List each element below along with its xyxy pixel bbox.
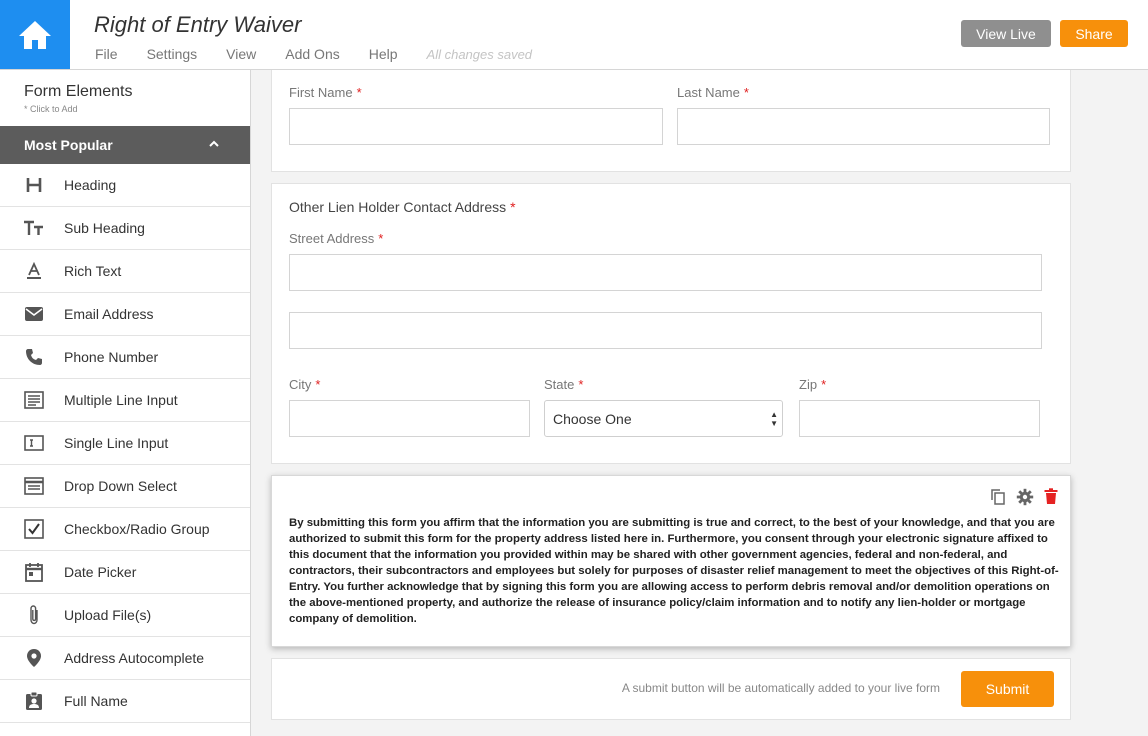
sidebar-hint: * Click to Add (24, 104, 78, 114)
sidebar-item-upload-files[interactable]: Upload File(s) (0, 594, 250, 637)
menu-file[interactable]: File (95, 46, 118, 62)
share-button[interactable]: Share (1060, 20, 1128, 47)
single-line-icon (23, 432, 45, 454)
phone-icon (23, 346, 45, 368)
document-title[interactable]: Right of Entry Waiver (94, 12, 301, 38)
home-button[interactable] (0, 0, 70, 69)
sidebar-item-label: Drop Down Select (64, 478, 177, 494)
first-name-label: First Name * (289, 85, 362, 100)
submit-note: A submit button will be automatically ad… (621, 681, 940, 695)
street-address-line2-input[interactable] (289, 312, 1042, 349)
checkbox-icon (23, 518, 45, 540)
dropdown-icon (23, 475, 45, 497)
subheading-icon (23, 217, 45, 239)
section-label: Most Popular (24, 137, 113, 153)
zip-label: Zip * (799, 377, 827, 392)
home-icon (19, 20, 51, 49)
sidebar-item-label: Full Name (64, 693, 128, 709)
last-name-input[interactable] (677, 108, 1050, 145)
sidebar-item-date-picker[interactable]: Date Picker (0, 551, 250, 594)
element-toolbar (990, 488, 1058, 511)
location-pin-icon (23, 647, 45, 669)
state-select[interactable]: Choose One ▲ ▼ (544, 400, 783, 437)
menu-bar: File Settings View Add Ons Help All chan… (95, 46, 561, 62)
address-title: Other Lien Holder Contact Address * (289, 199, 516, 215)
sidebar-item-phone[interactable]: Phone Number (0, 336, 250, 379)
sidebar-item-checkbox-radio-group[interactable]: Checkbox/Radio Group (0, 508, 250, 551)
sidebar-item-label: Multiple Line Input (64, 392, 178, 408)
menu-view[interactable]: View (226, 46, 256, 62)
zip-input[interactable] (799, 400, 1040, 437)
top-bar: Right of Entry Waiver File Settings View… (0, 0, 1148, 70)
street-address-input[interactable] (289, 254, 1042, 291)
menu-help[interactable]: Help (369, 46, 398, 62)
calendar-icon (23, 561, 45, 583)
section-most-popular[interactable]: Most Popular (0, 126, 250, 164)
paperclip-icon (23, 604, 45, 626)
city-label: City * (289, 377, 321, 392)
state-select-value: Choose One (553, 410, 632, 427)
rich-text-card[interactable]: By submitting this form you affirm that … (271, 475, 1071, 647)
form-canvas: First Name * Last Name * Other Lien Holder… (251, 70, 1148, 736)
heading-icon (23, 174, 45, 196)
sidebar-item-drop-down-select[interactable]: Drop Down Select (0, 465, 250, 508)
copy-icon[interactable] (990, 488, 1006, 511)
sidebar-item-rich-text[interactable]: Rich Text (0, 250, 250, 293)
sidebar-item-email[interactable]: Email Address (0, 293, 250, 336)
save-status: All changes saved (426, 46, 533, 62)
sidebar-item-label: Heading (64, 177, 117, 193)
sidebar-item-multiple-line-input[interactable]: Multiple Line Input (0, 379, 250, 422)
rich-text-content[interactable]: By submitting this form you affirm that … (289, 515, 1059, 627)
sidebar-item-label: Sub Heading (64, 220, 145, 236)
first-name-input[interactable] (289, 108, 663, 145)
element-list: Heading Sub Heading Rich Text Email Addr… (0, 164, 250, 723)
sidebar-item-label: Date Picker (64, 564, 137, 580)
sidebar-item-sub-heading[interactable]: Sub Heading (0, 207, 250, 250)
menu-add-ons[interactable]: Add Ons (285, 46, 339, 62)
submit-button[interactable]: Submit (961, 671, 1054, 707)
city-input[interactable] (289, 400, 530, 437)
gear-icon[interactable] (1016, 488, 1034, 511)
rich-text-icon (23, 260, 45, 282)
form-elements-sidebar: Form Elements * Click to Add Most Popula… (0, 70, 251, 736)
menu-settings[interactable]: Settings (147, 46, 198, 62)
trash-icon[interactable] (1044, 488, 1058, 511)
view-live-button[interactable]: View Live (961, 20, 1051, 47)
submit-card: A submit button will be automatically ad… (271, 658, 1071, 720)
street-address-label: Street Address * (289, 231, 384, 246)
address-field-card[interactable]: Other Lien Holder Contact Address * Stree… (271, 183, 1071, 464)
name-field-card[interactable]: First Name * Last Name * (271, 70, 1071, 172)
state-label: State * (544, 377, 584, 392)
contact-badge-icon (23, 690, 45, 712)
select-arrows-icon: ▲ ▼ (770, 410, 778, 428)
multiline-icon (23, 389, 45, 411)
email-icon (23, 303, 45, 325)
sidebar-item-heading[interactable]: Heading (0, 164, 250, 207)
sidebar-item-label: Single Line Input (64, 435, 169, 451)
chevron-up-icon (209, 140, 219, 147)
last-name-label: Last Name * (677, 85, 749, 100)
sidebar-item-label: Email Address (64, 306, 154, 322)
sidebar-item-label: Address Autocomplete (64, 650, 205, 666)
sidebar-item-label: Rich Text (64, 263, 122, 279)
sidebar-title: Form Elements (24, 83, 133, 100)
sidebar-item-label: Checkbox/Radio Group (64, 521, 210, 537)
sidebar-item-label: Upload File(s) (64, 607, 152, 623)
sidebar-item-label: Phone Number (64, 349, 159, 365)
sidebar-item-address-autocomplete[interactable]: Address Autocomplete (0, 637, 250, 680)
sidebar-item-single-line-input[interactable]: Single Line Input (0, 422, 250, 465)
sidebar-item-full-name[interactable]: Full Name (0, 680, 250, 723)
